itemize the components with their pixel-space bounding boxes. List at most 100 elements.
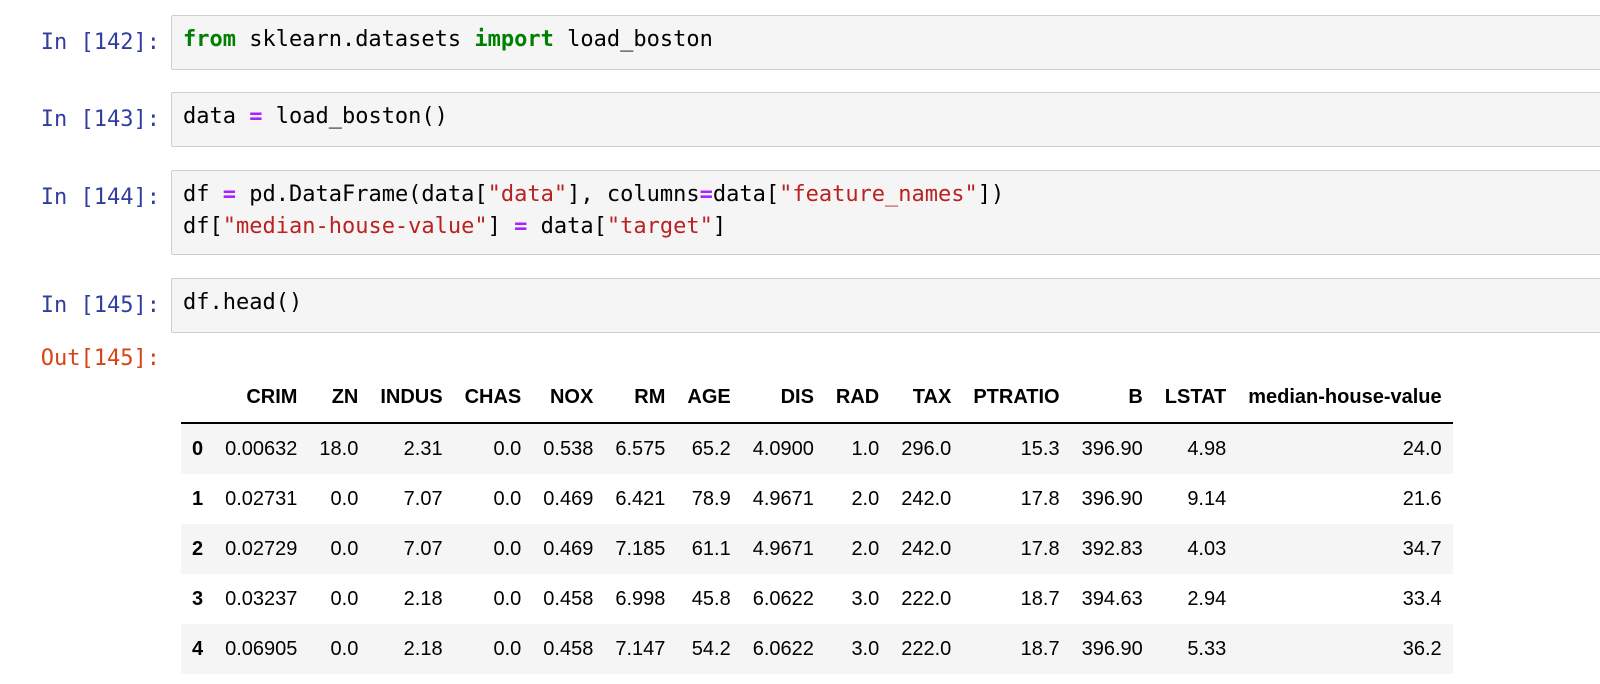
column-header xyxy=(181,372,215,424)
table-row: 4 0.06905 0.0 2.18 0.0 0.458 7.147 54.2 6.0622 3.… xyxy=(181,624,1453,674)
table-cell: 396.90 xyxy=(1081,437,1143,460)
table-cell: 0.02729 xyxy=(225,537,298,560)
table-cell: 222.0 xyxy=(901,587,952,610)
table-cell: 4.0900 xyxy=(752,437,814,460)
code-token: pd.DataFrame(data[ xyxy=(236,182,488,207)
table-cell: 36.2 xyxy=(1402,637,1442,660)
table-cell: 15.3 xyxy=(1020,437,1060,460)
column-header: PTRATIO xyxy=(962,372,1071,424)
table-cell: 33.4 xyxy=(1402,587,1442,610)
column-header: RAD xyxy=(824,372,891,424)
string-token: "median-house-value" xyxy=(222,214,488,239)
table-cell: 78.9 xyxy=(691,487,731,510)
table-cell: 2.0 xyxy=(851,487,880,510)
code-token: ] xyxy=(487,214,515,239)
table-cell: 4.03 xyxy=(1187,537,1227,560)
table-cell: 222.0 xyxy=(901,637,952,660)
column-header: CRIM xyxy=(214,372,309,424)
table-cell: 9.14 xyxy=(1187,487,1227,510)
string-token: "data" xyxy=(487,182,568,207)
input-prompt: In [145]: xyxy=(40,293,160,318)
table-cell: 392.83 xyxy=(1081,537,1143,560)
column-header: B xyxy=(1070,372,1154,424)
code-token: df xyxy=(183,182,223,207)
code-token: data xyxy=(183,104,250,129)
code-cell[interactable]: df.head() xyxy=(171,278,1600,333)
table-cell: 0.0 xyxy=(493,487,522,510)
table-cell: 0.02731 xyxy=(225,487,298,510)
column-header: RM xyxy=(604,372,677,424)
table-cell: 2.0 xyxy=(851,537,880,560)
table-cell: 0.03237 xyxy=(225,587,298,610)
table-row: 3 0.03237 0.0 2.18 0.0 0.458 6.998 45.8 6.0622 3.… xyxy=(181,574,1453,624)
table-cell: 2.18 xyxy=(403,637,443,660)
column-header: CHAS xyxy=(453,372,533,424)
table-cell: 296.0 xyxy=(901,437,952,460)
table-cell: 0.00632 xyxy=(225,437,298,460)
table-cell: 0.458 xyxy=(543,637,594,660)
table-cell: 18.7 xyxy=(1020,587,1060,610)
code-token: df.head() xyxy=(183,290,303,315)
table-cell: 4.9671 xyxy=(752,537,814,560)
keyword-token: from xyxy=(183,27,236,52)
code-line[interactable]: from sklearn.datasets import load_boston xyxy=(183,24,713,56)
table-cell: 6.0622 xyxy=(752,587,814,610)
table-cell: 6.998 xyxy=(615,587,666,610)
table-cell: 0.0 xyxy=(330,587,359,610)
code-line[interactable]: df.head() xyxy=(183,287,302,319)
table-cell: 0.458 xyxy=(543,587,594,610)
table-cell: 1.0 xyxy=(851,437,880,460)
column-header: ZN xyxy=(308,372,370,424)
row-index: 3 xyxy=(192,587,204,610)
keyword-token: import xyxy=(474,27,554,52)
dataframe-table: CRIM ZN INDUS CHAS NOX RM AGE DIS RAD TAX PTRATIO B… xyxy=(181,372,1453,674)
code-token: load_boston() xyxy=(262,104,448,129)
table-row: 1 0.02731 0.0 7.07 0.0 0.469 6.421 78.9 4.9671 2.… xyxy=(181,474,1453,524)
table-cell: 7.07 xyxy=(403,487,443,510)
table-cell: 0.0 xyxy=(330,637,359,660)
code-token: df[ xyxy=(183,214,223,239)
input-prompt: In [143]: xyxy=(40,107,160,132)
table-cell: 3.0 xyxy=(851,587,880,610)
code-cell[interactable]: data = load_boston() xyxy=(171,92,1600,147)
code-token: ]) xyxy=(977,182,1005,207)
column-header: NOX xyxy=(532,372,605,424)
table-cell: 3.0 xyxy=(851,637,880,660)
table-cell: 6.421 xyxy=(615,487,666,510)
row-index: 2 xyxy=(192,537,204,560)
table-cell: 0.0 xyxy=(493,637,522,660)
table-cell: 18.0 xyxy=(319,437,359,460)
column-header: TAX xyxy=(890,372,963,424)
column-header: AGE xyxy=(676,372,742,424)
table-cell: 24.0 xyxy=(1402,437,1442,460)
table-cell: 4.9671 xyxy=(752,487,814,510)
table-cell: 0.0 xyxy=(493,587,522,610)
table-cell: 0.0 xyxy=(330,487,359,510)
table-cell: 7.185 xyxy=(615,537,666,560)
input-prompt: In [144]: xyxy=(40,185,160,210)
code-line[interactable]: df["median-house-value"] = data["target"… xyxy=(183,211,726,243)
code-token: data[ xyxy=(527,214,607,239)
code-token: ] xyxy=(712,214,727,239)
table-cell: 2.31 xyxy=(403,437,443,460)
row-index: 0 xyxy=(192,437,204,460)
column-header: INDUS xyxy=(369,372,454,424)
table-row: 0 0.00632 18.0 2.31 0.0 0.538 6.575 65.2 4.0900 1… xyxy=(181,423,1453,474)
table-cell: 18.7 xyxy=(1020,637,1060,660)
table-cell: 34.7 xyxy=(1402,537,1442,560)
table-cell: 6.575 xyxy=(615,437,666,460)
code-cell[interactable]: from sklearn.datasets import load_boston xyxy=(171,15,1600,70)
table-row: 2 0.02729 0.0 7.07 0.0 0.469 7.185 61.1 4.9671 2.… xyxy=(181,524,1453,574)
code-line[interactable]: data = load_boston() xyxy=(183,101,448,133)
table-cell: 54.2 xyxy=(691,637,731,660)
table-cell: 0.06905 xyxy=(225,637,298,660)
code-cell[interactable]: df = pd.DataFrame(data["data"], columns=… xyxy=(171,170,1600,255)
table-cell: 61.1 xyxy=(691,537,731,560)
output-prompt: Out[145]: xyxy=(40,346,160,371)
string-token: "target" xyxy=(606,214,713,239)
table-cell: 4.98 xyxy=(1187,437,1227,460)
code-token: data[ xyxy=(712,182,780,207)
code-token: ], columns xyxy=(567,182,700,207)
table-cell: 242.0 xyxy=(901,487,952,510)
code-line[interactable]: df = pd.DataFrame(data["data"], columns=… xyxy=(183,179,1004,211)
